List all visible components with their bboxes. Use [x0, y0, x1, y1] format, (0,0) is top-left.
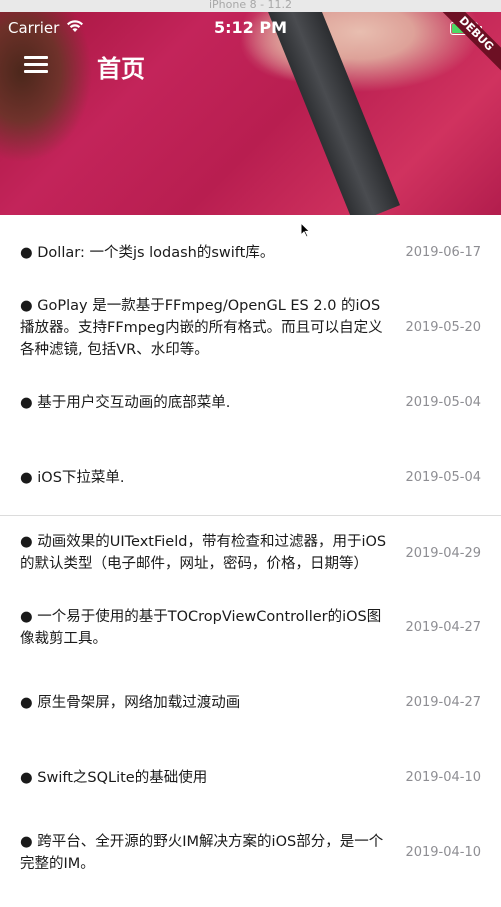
list-item-date: 2019-06-17 — [405, 245, 481, 260]
list-item[interactable]: ● GoPlay 是一款基于FFmpeg/OpenGL ES 2.0 的iOS播… — [0, 290, 501, 365]
list-item-title: ● 动画效果的UITextField，带有检查和过滤器，用于iOS的默认类型（电… — [20, 534, 387, 572]
list-item-date: 2019-05-20 — [405, 320, 481, 335]
list-item[interactable]: ● 动画效果的UITextField，带有检查和过滤器，用于iOS的默认类型（电… — [0, 515, 501, 590]
list-item[interactable]: ● Dollar: 一个类js lodash的swift库。 2019-06-1… — [0, 215, 501, 290]
list-item[interactable]: ● Swift之SQLite的基础使用 2019-04-10 — [0, 740, 501, 815]
article-list[interactable]: ● Dollar: 一个类js lodash的swift库。 2019-06-1… — [0, 215, 501, 890]
list-item[interactable]: ● iOS下拉菜单. 2019-05-04 — [0, 440, 501, 515]
list-item-date: 2019-05-04 — [405, 395, 481, 410]
list-item[interactable]: ● 基于用户交互动画的底部菜单. 2019-05-04 — [0, 365, 501, 440]
status-bar: Carrier 5:12 PM — [0, 12, 501, 44]
list-item-date: 2019-04-10 — [405, 845, 481, 860]
list-item-title: ● GoPlay 是一款基于FFmpeg/OpenGL ES 2.0 的iOS播… — [20, 297, 383, 358]
list-item[interactable]: ● 跨平台、全开源的野火IM解决方案的iOS部分，是一个完整的IM。 2019-… — [0, 815, 501, 890]
list-item-date: 2019-04-29 — [405, 545, 481, 561]
list-item-title: ● iOS下拉菜单. — [20, 469, 125, 486]
status-time: 5:12 PM — [213, 18, 287, 37]
navigation-bar: 首页 — [0, 44, 501, 88]
list-item-title: ● 原生骨架屏，网络加载过渡动画 — [20, 694, 241, 711]
simulator-title: iPhone 8 - 11.2 — [0, 0, 501, 12]
list-item[interactable]: ● 原生骨架屏，网络加载过渡动画 2019-04-27 — [0, 665, 501, 740]
list-item-date: 2019-04-27 — [405, 695, 481, 710]
mouse-cursor-icon — [300, 222, 310, 238]
list-item-title: ● 一个易于使用的基于TOCropViewController的iOS图像裁剪工… — [20, 608, 382, 647]
page-title: 首页 — [97, 55, 145, 83]
list-item-title: ● 跨平台、全开源的野火IM解决方案的iOS部分，是一个完整的IM。 — [20, 833, 384, 872]
list-item-title: ● Dollar: 一个类js lodash的swift库。 — [20, 244, 275, 261]
list-item-date: 2019-04-10 — [405, 770, 481, 785]
list-item-title: ● Swift之SQLite的基础使用 — [20, 769, 208, 786]
list-item-date: 2019-04-27 — [405, 620, 481, 635]
list-item-date: 2019-05-04 — [405, 470, 481, 485]
list-item-title: ● 基于用户交互动画的底部菜单. — [20, 394, 231, 411]
list-item[interactable]: ● 一个易于使用的基于TOCropViewController的iOS图像裁剪工… — [0, 590, 501, 665]
hamburger-menu-icon[interactable] — [24, 56, 48, 74]
